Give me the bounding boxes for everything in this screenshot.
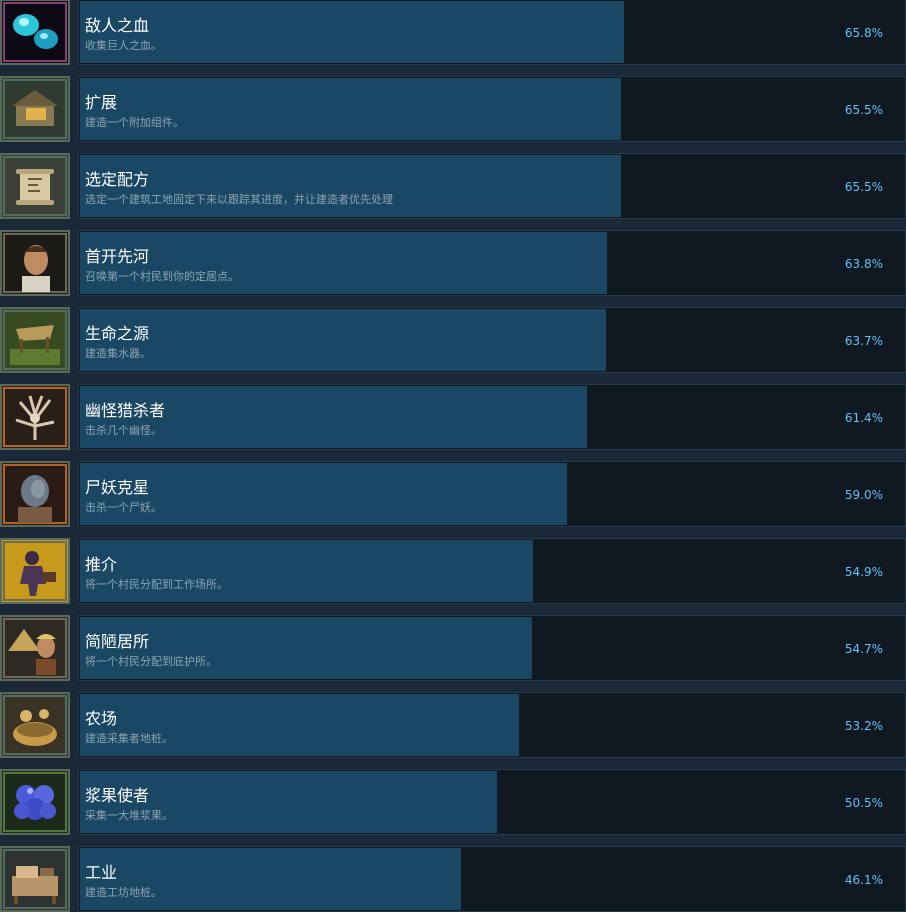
achievement-panel: 敌人之血 收集巨人之血。 65.8% — [78, 0, 906, 65]
unlock-percentage: 54.9% — [844, 565, 883, 579]
blue-gems-icon — [0, 0, 70, 65]
farm-basket-icon — [0, 692, 70, 758]
shelter-villager-icon — [0, 615, 70, 681]
achievement-description: 击杀几个幽怪。 — [85, 424, 162, 437]
achievement-row[interactable]: 尸妖克星 击杀一个尸妖。 59.0% — [0, 461, 906, 527]
progress-bar — [80, 1, 624, 63]
achievement-panel: 简陋居所 将一个村民分配到庇护所。 54.7% — [78, 615, 906, 681]
unlock-percentage: 65.5% — [844, 103, 883, 117]
achievement-name: 尸妖克星 — [85, 478, 150, 497]
achievement-name: 推介 — [85, 555, 118, 574]
unlock-percentage: 50.5% — [844, 796, 883, 810]
achievement-name: 选定配方 — [85, 170, 150, 189]
unlock-percentage: 54.7% — [844, 642, 883, 656]
achievement-row[interactable]: 简陋居所 将一个村民分配到庇护所。 54.7% — [0, 615, 906, 681]
achievement-name: 生命之源 — [85, 324, 150, 343]
achievement-name: 工业 — [85, 863, 118, 882]
unlock-percentage: 65.5% — [844, 180, 883, 194]
achievement-row[interactable]: 敌人之血 收集巨人之血。 65.8% — [0, 0, 906, 65]
achievement-row[interactable]: 首开先河 召唤第一个村民到你的定居点。 63.8% — [0, 230, 906, 296]
unlock-percentage: 63.8% — [844, 257, 883, 271]
achievement-row[interactable]: 选定配方 选定一个建筑工地固定下来以跟踪其进度，并让建造者优先处理 65.5% — [0, 153, 906, 219]
achievement-description: 建造采集者地桩。 — [85, 732, 173, 745]
achievement-description: 采集一大堆浆果。 — [85, 809, 173, 822]
achievement-name: 简陋居所 — [85, 632, 150, 651]
worker-assign-icon — [0, 538, 70, 604]
achievement-row[interactable]: 浆果使者 采集一大堆浆果。 50.5% — [0, 769, 906, 835]
achievement-panel: 推介 将一个村民分配到工作场所。 54.9% — [78, 538, 906, 604]
root-creature-icon — [0, 384, 70, 450]
achievement-name: 敌人之血 — [85, 16, 150, 35]
unlock-percentage: 61.4% — [844, 411, 883, 425]
achievement-description: 将一个村民分配到庇护所。 — [85, 655, 217, 668]
achievement-description: 击杀一个尸妖。 — [85, 501, 162, 514]
achievement-description: 建造一个附加组件。 — [85, 116, 184, 129]
ghoul-face-icon — [0, 461, 70, 527]
achievement-name: 幽怪猎杀者 — [85, 401, 166, 420]
achievement-panel: 扩展 建造一个附加组件。 65.5% — [78, 76, 906, 142]
achievement-row[interactable]: 推介 将一个村民分配到工作场所。 54.9% — [0, 538, 906, 604]
progress-bar — [80, 463, 568, 525]
achievement-description: 召唤第一个村民到你的定居点。 — [85, 270, 239, 283]
achievement-description: 选定一个建筑工地固定下来以跟踪其进度，并让建造者优先处理 — [85, 193, 393, 206]
progress-bar — [80, 848, 461, 910]
berries-icon — [0, 769, 70, 835]
achievement-panel: 幽怪猎杀者 击杀几个幽怪。 61.4% — [78, 384, 906, 450]
achievement-name: 扩展 — [85, 93, 118, 112]
achievement-panel: 浆果使者 采集一大堆浆果。 50.5% — [78, 769, 906, 835]
achievement-row[interactable]: 扩展 建造一个附加组件。 65.5% — [0, 76, 906, 142]
villager-portrait-icon — [0, 230, 70, 296]
achievement-list: 敌人之血 收集巨人之血。 65.8% 扩展 建造一个附加组件。 65.5% 选定… — [0, 0, 906, 912]
achievement-panel: 首开先河 召唤第一个村民到你的定居点。 63.8% — [78, 230, 906, 296]
achievement-row[interactable]: 农场 建造采集者地桩。 53.2% — [0, 692, 906, 758]
achievement-panel: 农场 建造采集者地桩。 53.2% — [78, 692, 906, 758]
progress-bar — [80, 155, 622, 217]
achievement-description: 将一个村民分配到工作场所。 — [85, 578, 228, 591]
water-collector-icon — [0, 307, 70, 373]
achievement-name: 农场 — [85, 709, 118, 728]
achievement-row[interactable]: 工业 建造工坊地桩。 46.1% — [0, 846, 906, 912]
progress-bar — [80, 232, 607, 294]
achievement-name: 首开先河 — [85, 247, 150, 266]
workshop-icon — [0, 846, 70, 912]
progress-bar — [80, 540, 534, 602]
achievement-panel: 生命之源 建造集水器。 63.7% — [78, 307, 906, 373]
achievement-row[interactable]: 幽怪猎杀者 击杀几个幽怪。 61.4% — [0, 384, 906, 450]
achievement-panel: 尸妖克星 击杀一个尸妖。 59.0% — [78, 461, 906, 527]
achievement-description: 收集巨人之血。 — [85, 39, 162, 52]
unlock-percentage: 46.1% — [844, 873, 883, 887]
achievement-description: 建造工坊地桩。 — [85, 886, 162, 899]
achievement-name: 浆果使者 — [85, 786, 150, 805]
progress-bar — [80, 694, 520, 756]
achievement-panel: 选定配方 选定一个建筑工地固定下来以跟踪其进度，并让建造者优先处理 65.5% — [78, 153, 906, 219]
progress-bar — [80, 78, 622, 140]
unlock-percentage: 59.0% — [844, 488, 883, 502]
unlock-percentage: 65.8% — [844, 26, 883, 40]
progress-bar — [80, 309, 607, 371]
unlock-percentage: 63.7% — [844, 334, 883, 348]
achievement-row[interactable]: 生命之源 建造集水器。 63.7% — [0, 307, 906, 373]
achievement-description: 建造集水器。 — [85, 347, 151, 360]
achievement-panel: 工业 建造工坊地桩。 46.1% — [78, 846, 906, 912]
scroll-recipe-icon — [0, 153, 70, 219]
building-addon-icon — [0, 76, 70, 142]
unlock-percentage: 53.2% — [844, 719, 883, 733]
